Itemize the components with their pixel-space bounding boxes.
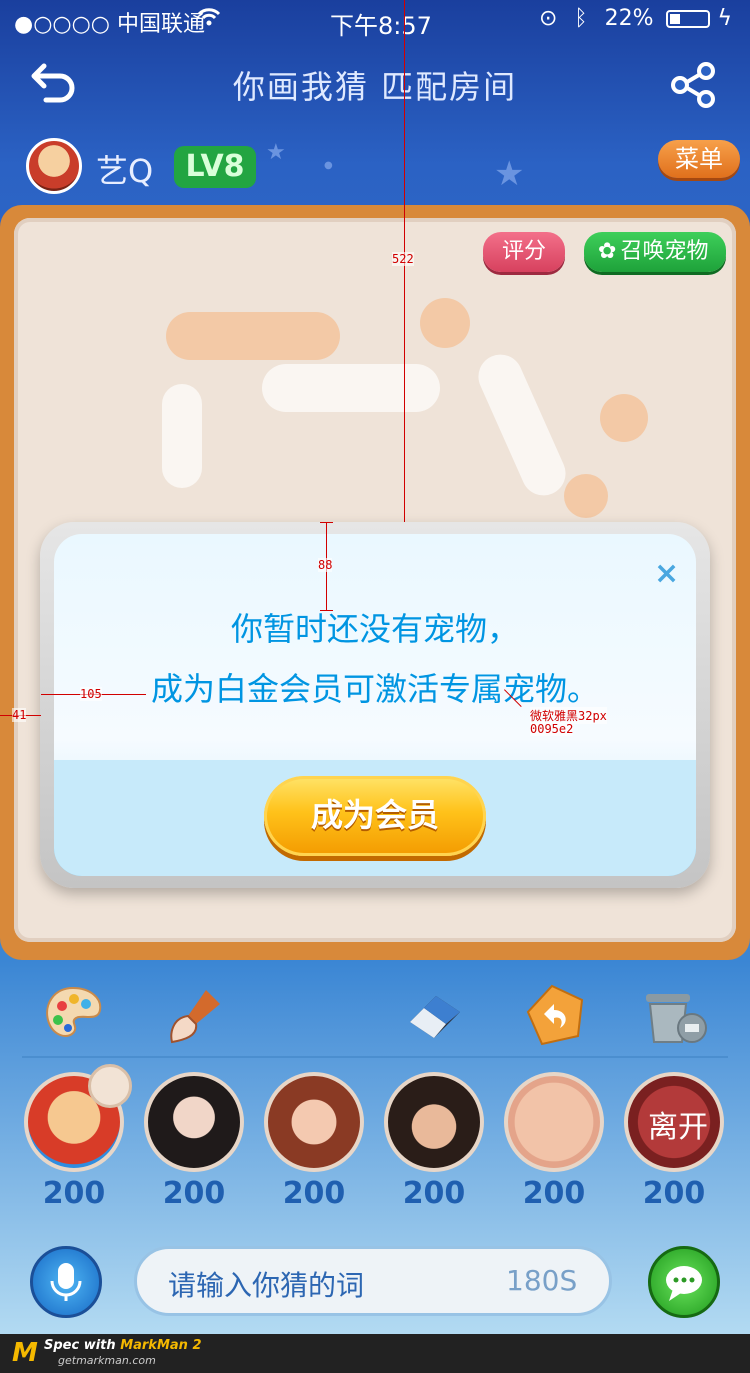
drawing-stroke	[564, 474, 608, 518]
divider	[22, 1056, 728, 1058]
markman-footer: M Spec with MarkMan 2 getmarkman.com	[0, 1334, 750, 1373]
wifi-icon	[196, 6, 222, 34]
eraser-icon	[410, 996, 460, 1038]
share-icon	[671, 62, 715, 108]
share-button[interactable]	[670, 62, 720, 108]
markman-logo-icon: M	[12, 1338, 38, 1368]
countdown-timer: 180S	[506, 1264, 578, 1297]
player-score: 200	[522, 1176, 586, 1211]
leave-label: 离开	[648, 1110, 708, 1145]
palette-icon	[46, 986, 102, 1037]
battery-icon	[666, 10, 711, 28]
player-score: 200	[162, 1176, 226, 1211]
measure-line	[320, 610, 333, 611]
chat-bubble-icon	[666, 1266, 702, 1301]
clock: 下午8:57	[330, 12, 432, 40]
player-avatar[interactable]	[144, 1072, 244, 1172]
player-avatar[interactable]	[264, 1072, 364, 1172]
charging-icon: ϟ	[717, 6, 732, 31]
rate-button[interactable]: 评分	[483, 232, 565, 272]
brush-icon	[170, 990, 220, 1044]
dialog-message-line2: 成为白金会员可激活专属宠物。	[150, 670, 599, 708]
measure-label: 522	[392, 252, 414, 266]
measure-label: 41	[12, 708, 27, 722]
eraser-button[interactable]	[402, 982, 468, 1048]
measure-label: 105	[80, 687, 102, 701]
header: 你画我猜 匹配房间	[0, 40, 750, 128]
color-spec-note: 0095e2	[530, 722, 574, 736]
bluetooth-icon: ᛒ	[574, 6, 588, 31]
clear-button[interactable]	[640, 982, 707, 1048]
summon-pet-button[interactable]: ✿ 召唤宠物	[584, 232, 726, 272]
drawing-stroke	[420, 298, 470, 348]
player-avatar[interactable]	[384, 1072, 484, 1172]
player-score: 200	[42, 1176, 106, 1211]
markman-site: getmarkman.com	[58, 1354, 156, 1367]
drawing-toolbar	[0, 970, 750, 1060]
lock-rotation-icon: ⊙	[538, 6, 558, 31]
status-right: ⊙ ᛒ 22% ϟ	[539, 6, 732, 31]
star-icon: ★	[494, 154, 525, 194]
drawing-stroke	[600, 394, 648, 442]
undo-icon	[526, 984, 584, 1046]
become-member-button[interactable]: 成为会员	[264, 776, 486, 856]
brand-prefix: Spec with	[44, 1338, 121, 1353]
markman-brand: Spec with MarkMan 2	[44, 1338, 202, 1353]
trash-icon	[646, 994, 707, 1043]
drawing-brush-badge-icon	[88, 1064, 132, 1108]
drawing-stroke	[162, 384, 202, 488]
status-bar: ●○○○○ 中国联通 下午8:57 ⊙ ᛒ 22% ϟ	[0, 0, 750, 40]
username: 艺Q	[96, 152, 154, 190]
summon-pet-label: 召唤宠物	[620, 239, 709, 264]
level-badge: LV8	[174, 146, 256, 188]
palette-button[interactable]	[40, 982, 106, 1048]
microphone-icon	[50, 1263, 82, 1301]
player-score: 200	[402, 1176, 466, 1211]
measure-line	[320, 522, 333, 523]
page-title: 你画我猜 匹配房间	[232, 68, 518, 106]
close-icon[interactable]: ×	[654, 556, 679, 591]
undo-button[interactable]	[522, 982, 588, 1048]
menu-button[interactable]: 菜单	[658, 140, 740, 178]
player-avatar[interactable]	[504, 1072, 604, 1172]
battery-percent: 22%	[604, 6, 654, 31]
star-icon: ●	[324, 160, 333, 171]
dialog-message-line1: 你暂时还没有宠物，	[230, 610, 519, 648]
player-score: 200	[642, 1176, 706, 1211]
drawing-stroke	[166, 312, 340, 360]
measure-label: 88	[318, 558, 333, 572]
avatar[interactable]	[26, 138, 82, 194]
drawing-stroke	[262, 364, 440, 412]
player-score: 200	[282, 1176, 346, 1211]
carrier-label: ●○○○○ 中国联通	[14, 12, 205, 37]
chat-button[interactable]	[648, 1246, 720, 1318]
voice-button[interactable]	[30, 1246, 102, 1318]
star-icon: ★	[266, 140, 286, 165]
bug-icon: ✿	[598, 239, 617, 264]
guess-input-placeholder: 请输入你猜的词	[168, 1269, 365, 1302]
brand-name: MarkMan 2	[120, 1338, 202, 1353]
brush-button[interactable]	[162, 982, 228, 1048]
